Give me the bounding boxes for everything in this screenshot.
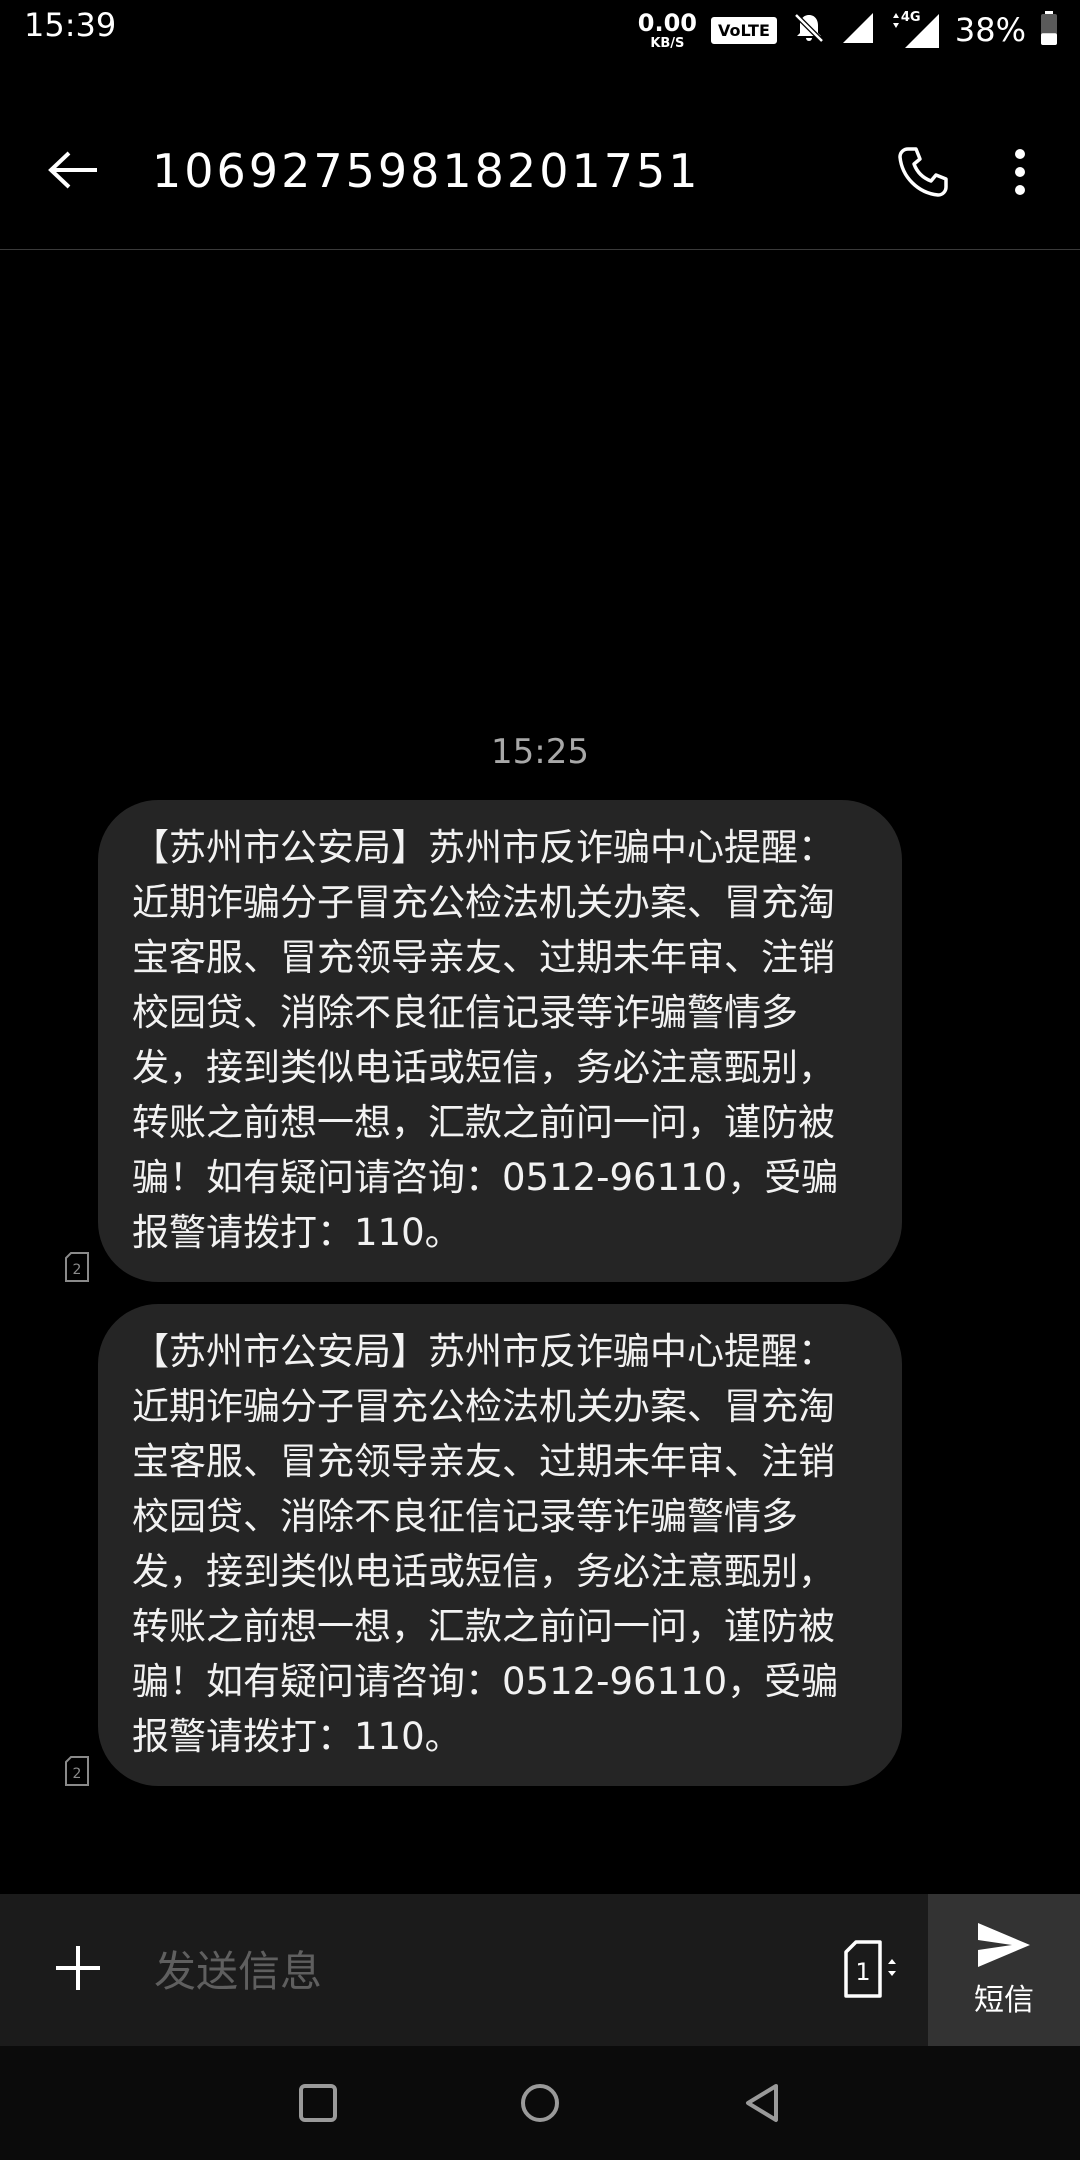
navigation-bar	[0, 2046, 1080, 2160]
send-icon	[978, 1923, 1030, 1967]
send-label: 短信	[974, 1983, 1034, 2018]
message-bubble[interactable]: 【苏州市公安局】苏州市反诈骗中心提醒：近期诈骗分子冒充公检法机关办案、冒充淘宝客…	[98, 800, 902, 1282]
add-attachment-button[interactable]	[40, 1930, 116, 2006]
more-vert-icon	[1015, 149, 1025, 195]
mute-bell-icon	[791, 10, 827, 50]
sim-number: 2	[73, 1262, 82, 1278]
back-triangle-icon	[746, 2084, 778, 2122]
phone-icon	[898, 147, 948, 197]
sim-card-icon: 2	[64, 1252, 90, 1282]
back-arrow-icon	[48, 151, 97, 189]
signal-icon	[841, 11, 875, 49]
send-button[interactable]: 短信	[928, 1894, 1080, 2046]
sim-card-icon: 1	[844, 1940, 896, 1998]
call-button[interactable]	[888, 140, 958, 204]
volte-badge: VoLTE	[710, 16, 777, 44]
status-bar: 15:39 0.00 KB/S VoLTE 4G 38%	[0, 0, 1080, 60]
battery-icon	[1040, 10, 1058, 50]
net-speed-unit: KB/S	[650, 35, 685, 51]
message-timestamp: 15:25	[491, 732, 589, 772]
home-button[interactable]	[505, 2068, 575, 2138]
message-composer: 1 短信	[0, 1894, 1080, 2046]
message-bubble[interactable]: 【苏州市公安局】苏州市反诈骗中心提醒：近期诈骗分子冒充公检法机关办案、冒充淘宝客…	[98, 1304, 902, 1786]
selected-sim-number: 1	[855, 1958, 870, 1986]
signal-4g-icon: 4G	[889, 10, 941, 50]
net-speed: 0.00 KB/S	[638, 11, 697, 50]
sim-card-icon: 2	[64, 1756, 90, 1786]
back-button[interactable]	[38, 140, 108, 200]
recents-square-icon	[299, 2084, 337, 2122]
conversation-title: 10692759818201751	[152, 144, 701, 198]
recents-button[interactable]	[283, 2068, 353, 2138]
more-options-button[interactable]	[990, 140, 1050, 204]
plus-icon	[56, 1946, 100, 1990]
status-time: 15:39	[24, 6, 117, 44]
message-input[interactable]	[152, 1924, 796, 2018]
app-bar: 10692759818201751	[0, 60, 1080, 250]
network-type: 4G	[900, 10, 921, 25]
sim-number: 2	[73, 1766, 82, 1782]
battery-percent: 38%	[954, 11, 1026, 49]
home-circle-icon	[521, 2084, 559, 2122]
status-icons: 0.00 KB/S VoLTE 4G 38%	[638, 6, 1058, 54]
sim-selector-button[interactable]: 1	[842, 1938, 902, 2002]
system-back-button[interactable]	[727, 2068, 797, 2138]
net-speed-value: 0.00	[637, 8, 697, 37]
